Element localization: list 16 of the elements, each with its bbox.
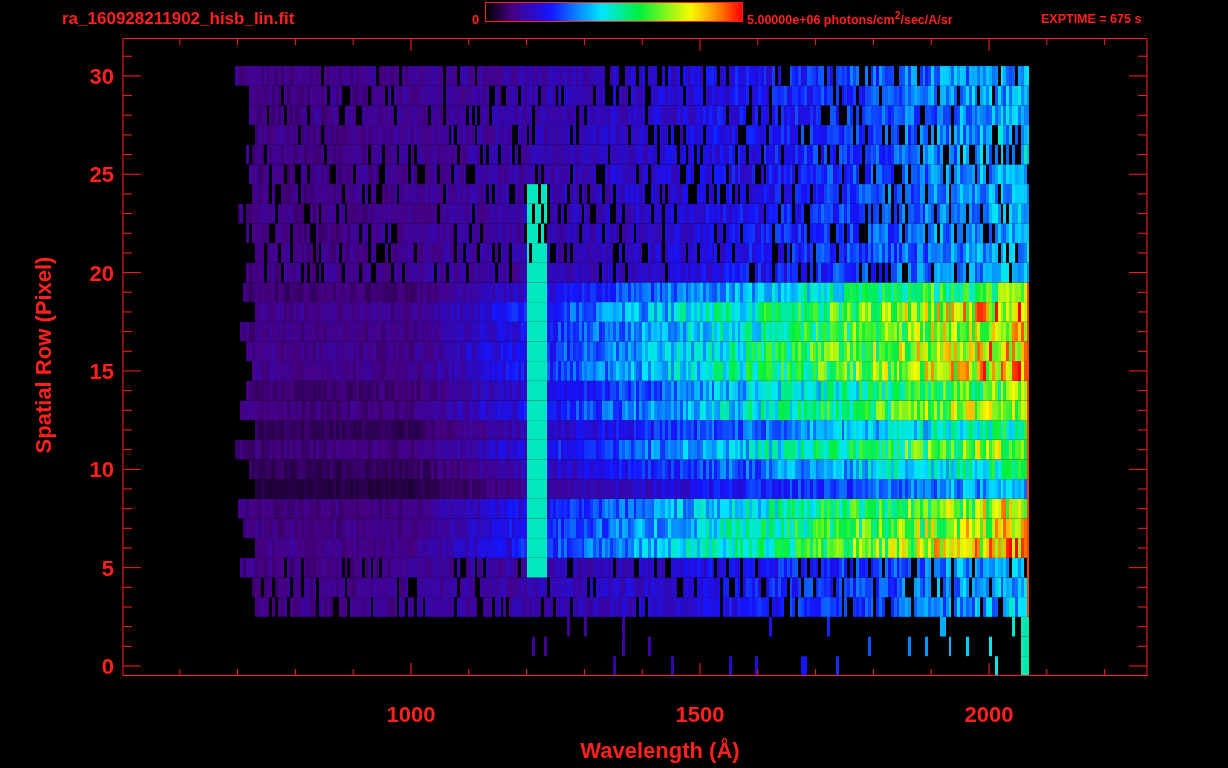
y-tick-label: 15 [89,358,114,384]
y-tick-label: 25 [89,162,114,188]
y-tick-label: 20 [89,260,114,286]
x-tick-label: 1000 [386,702,436,727]
x-tick-label: 1500 [675,702,725,727]
y-tick-label: 0 [101,654,114,679]
y-tick-label: 30 [89,63,114,89]
colorbar-min-label: 0 [472,11,481,27]
colorbar-max-label: 5.00000e+06 photons/cm$^{2}$/sec/A/sr [747,10,954,28]
exposure-time: EXPTIME = 675 s [1041,12,1142,26]
y-axis-label: Spatial Row (Pixel) [31,256,56,454]
y-tick-label: 5 [101,555,114,581]
y-tick-label: 10 [89,457,114,483]
x-axis-label: Wavelength (Å) [580,738,740,763]
file-title: ra_160928211902_hisb_lin.fit [62,9,296,29]
x-tick-label: 2000 [964,702,1014,727]
